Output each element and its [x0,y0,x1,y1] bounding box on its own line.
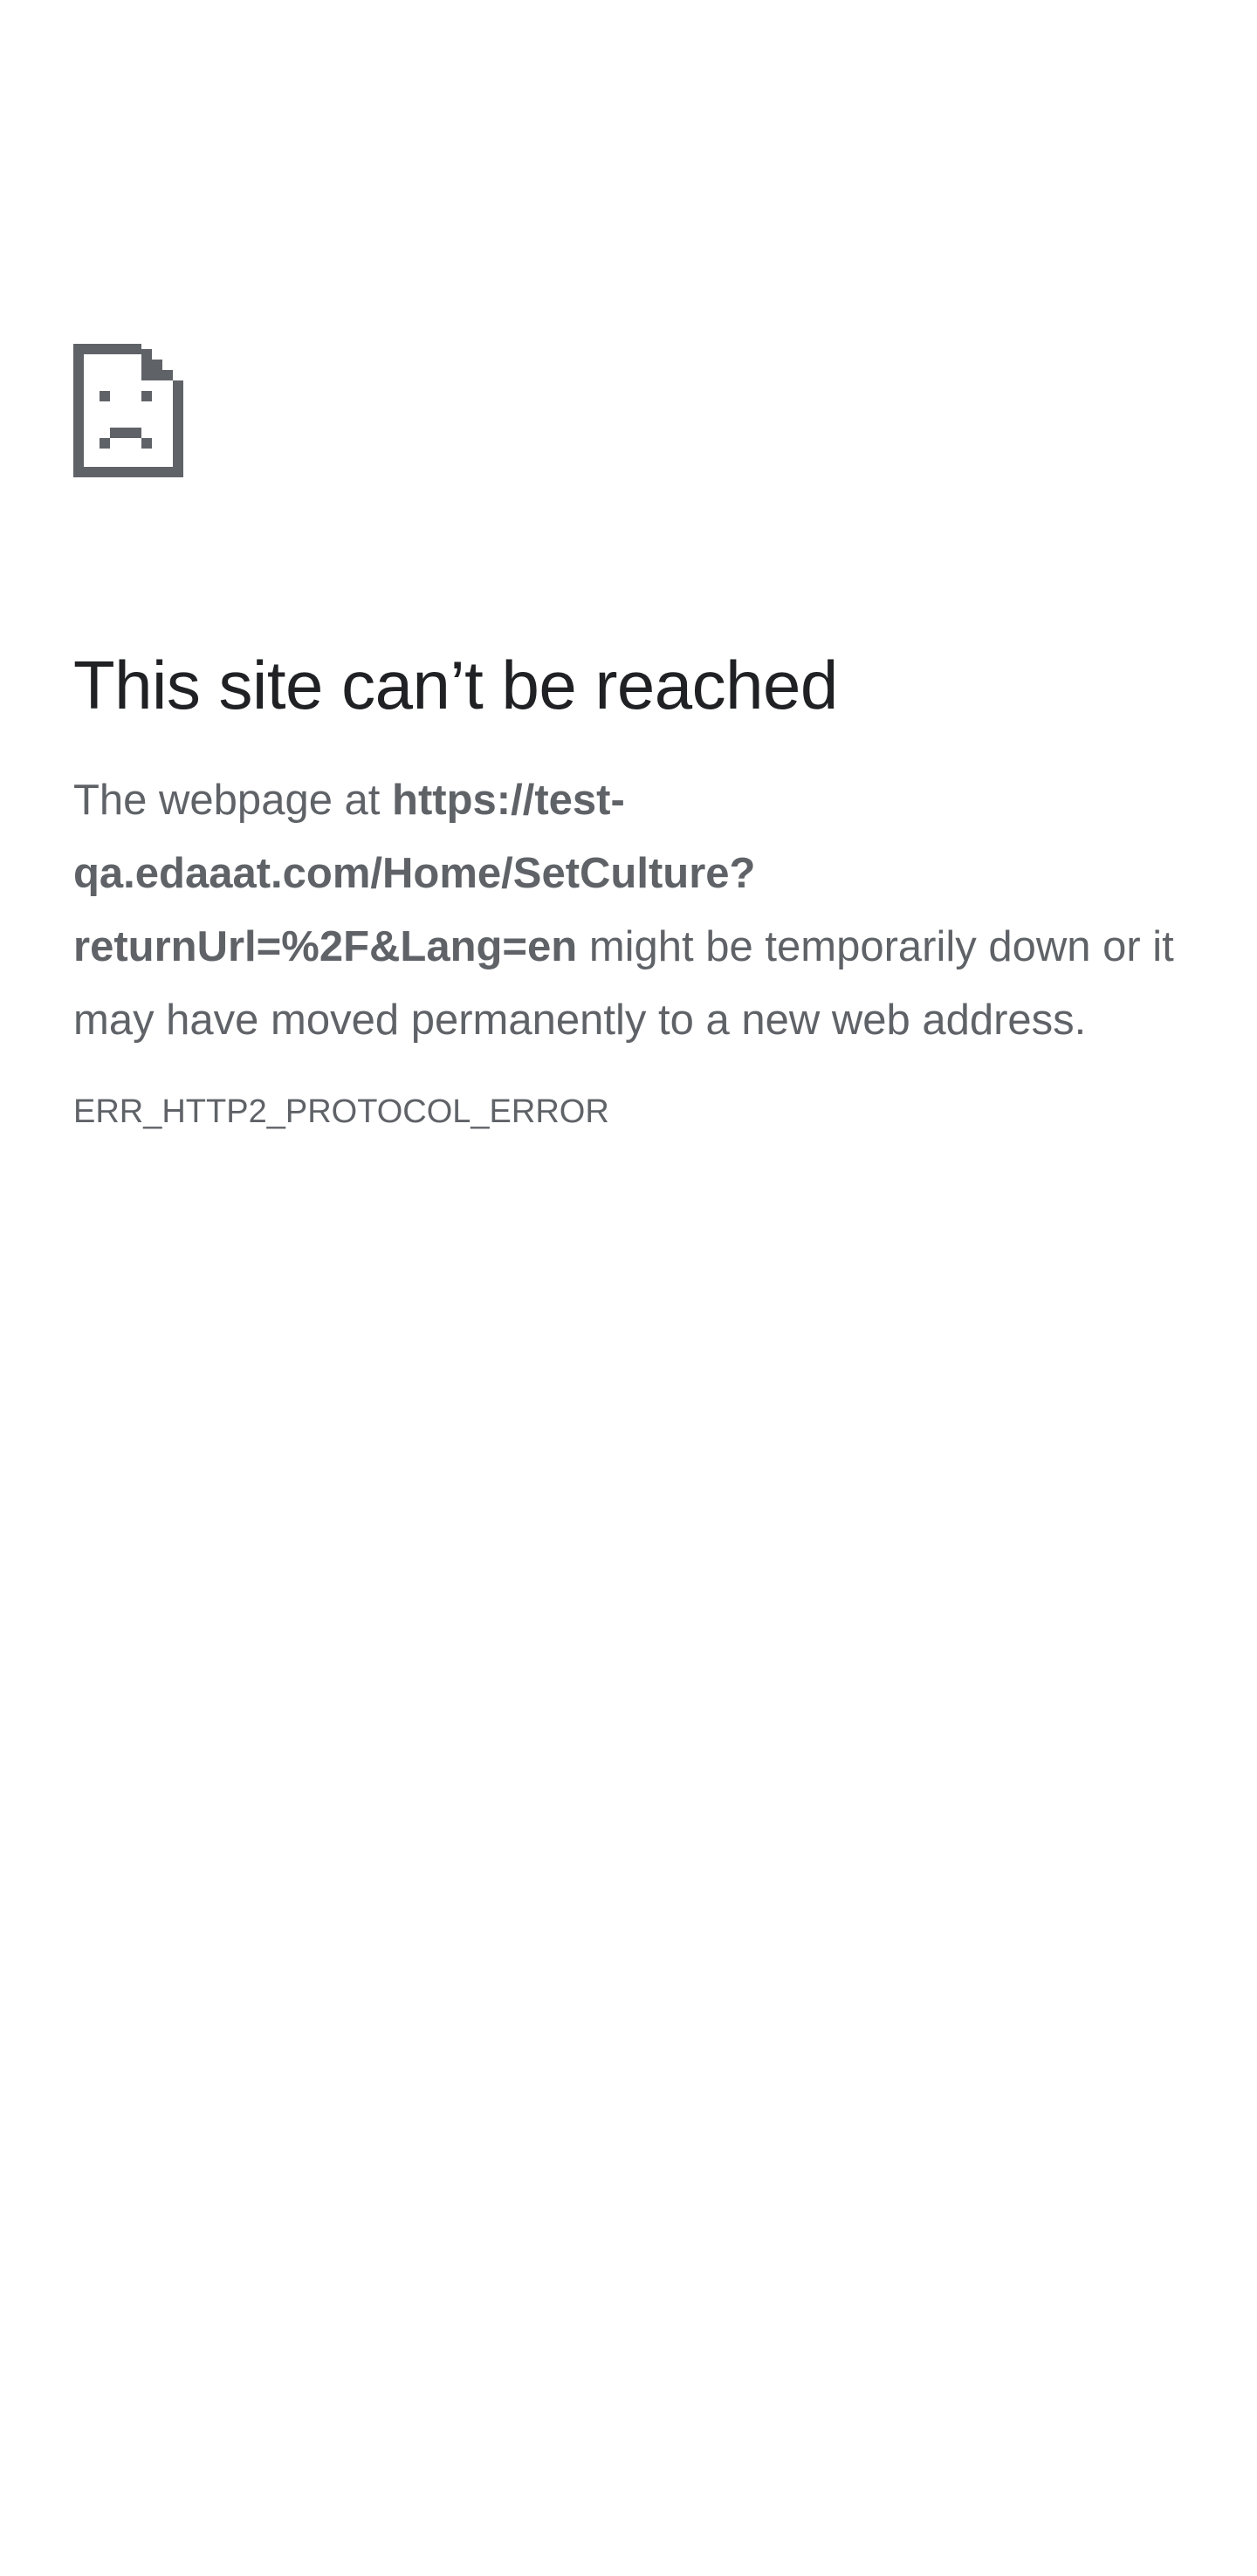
main-message: This site can’t be reached The webpage a… [73,641,1199,1134]
page-title: This site can’t be reached [73,647,838,723]
url-line-2: qa.edaaat.com/Home/SetCulture? [73,850,756,897]
url-line-3: returnUrl=%2F&Lang=en [73,923,578,970]
error-summary: The webpage at https://test-qa.edaaat.co… [73,764,1199,1057]
url-line-1: https://test- [392,777,625,824]
summary-prefix: The webpage at [73,777,393,824]
sad-document-icon [73,344,183,477]
error-code: ERR_HTTP2_PROTOCOL_ERROR [73,1093,609,1130]
